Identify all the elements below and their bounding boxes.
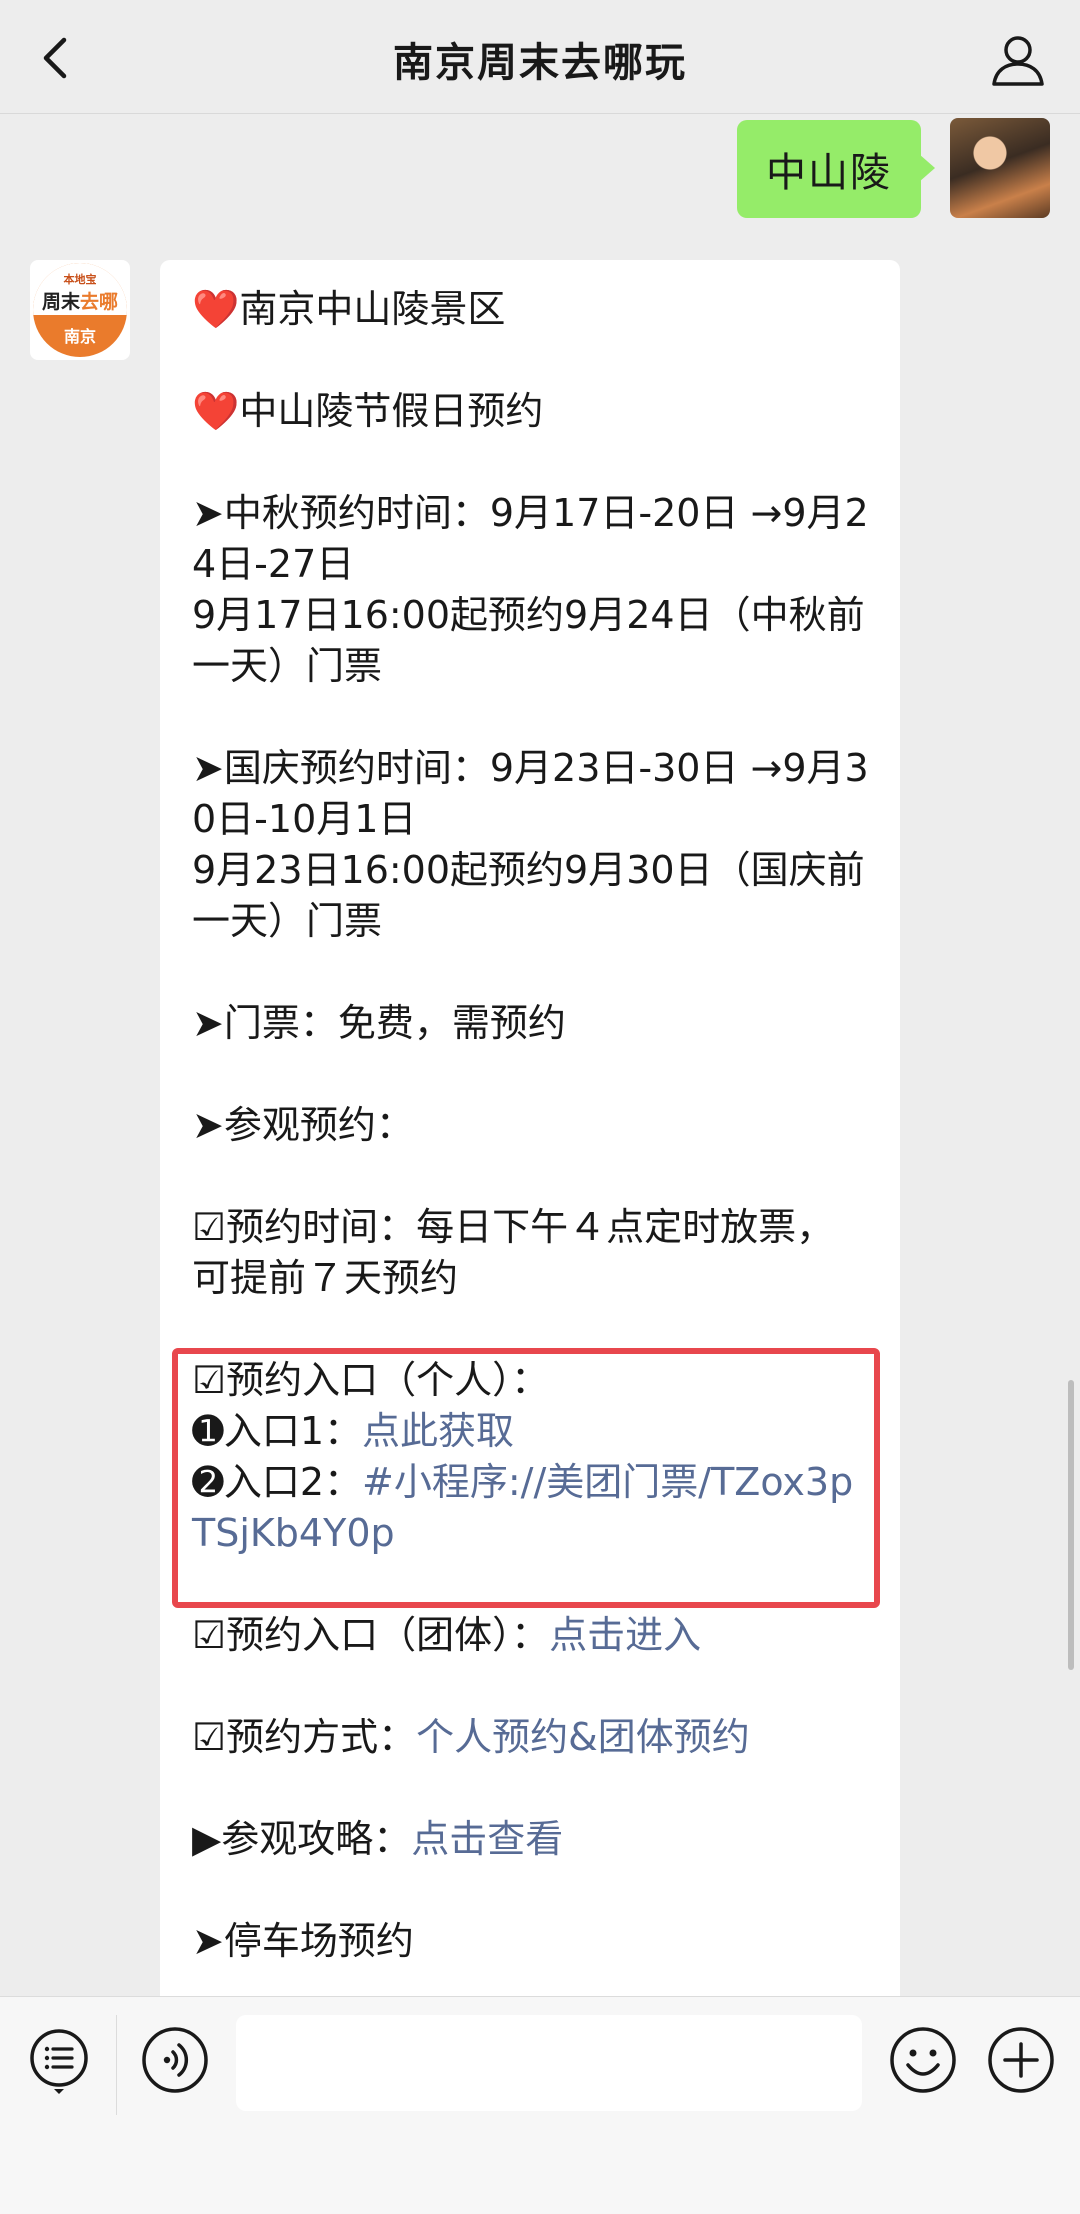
msg-line-ticket: ➤门票：免费，需预约 [192,1001,566,1045]
scrollbar[interactable] [1068,1380,1074,1670]
msg-line-booking-method: ☑预约方式：个人预约&团体预约 [192,1715,750,1759]
message-input[interactable] [236,2015,862,2111]
more-button[interactable] [986,2025,1056,2095]
voice-button[interactable] [140,2025,210,2095]
visit-guide-link[interactable]: 点击查看 [411,1817,563,1861]
msg-line-visit-guide: ▶参观攻略：点击查看 [192,1817,564,1861]
logo-city-text: 南京 [63,327,96,346]
msg-line-entry-1: ➊入口1：点此获取 [192,1409,515,1453]
msg-line-booking-time: ☑预约时间：每日下午４点定时放票，可提前７天预约 [192,1205,835,1300]
menu-button[interactable] [24,2025,94,2095]
msg-line-national-time: ➤国庆预约时间：9月23日-30日 →9月30日-10月1日 [192,746,869,841]
booking-method-link[interactable]: 个人预约&团体预约 [416,1715,750,1759]
user-avatar[interactable] [950,118,1050,218]
entry-1-link[interactable]: 点此获取 [362,1409,514,1453]
menu-list-icon [30,2029,88,2094]
group-entry-link[interactable]: 点击进入 [549,1613,701,1657]
msg-line-entry-2: ➋入口2：#小程序://美团门票/TZox3pTSjKb4Y0p [192,1460,854,1555]
emoji-icon [890,2027,956,2093]
msg-line-midautumn-detail: 9月17日16:00起预约9月24日（中秋前一天）门票 [192,593,865,688]
logo-small-text: 本地宝 [63,273,97,286]
emoji-button[interactable] [888,2025,958,2095]
msg-line-personal-entry: ☑预约入口（个人）： [192,1358,550,1402]
outgoing-message-bubble[interactable]: 中山陵 [737,120,935,218]
chat-info-button[interactable] [986,28,1050,92]
outgoing-message-text: 中山陵 [766,150,892,196]
chat-header: 南京周末去哪玩 [0,0,1080,114]
msg-line-visit-booking: ➤参观预约： [192,1103,414,1147]
chat-input-bar [0,1996,1080,2214]
msg-line-scenic-area: ❤️南京中山陵景区 [192,287,506,331]
voice-icon [142,2027,208,2093]
msg-line-national-detail: 9月23日16:00起预约9月30日（国庆前一天）门票 [192,848,865,943]
incoming-message-bubble[interactable]: ❤️南京中山陵景区 ❤️中山陵节假日预约 ➤中秋预约时间：9月17日-20日 →… [160,260,900,2020]
msg-line-group-entry: ☑预约入口（团体）：点击进入 [192,1613,702,1657]
chat-title: 南京周末去哪玩 [393,40,687,86]
menu-divider [116,2015,117,2115]
msg-line-holiday-booking: ❤️中山陵节假日预约 [192,389,544,433]
msg-line-parking: ➤停车场预约 [192,1919,414,1963]
account-logo: 本地宝 周末去哪 南京 [33,263,127,357]
logo-main-text: 周末去哪 [41,291,119,313]
person-icon [992,36,1044,86]
msg-line-midautumn-time: ➤中秋预约时间：9月17日-20日 →9月24日-27日 [192,491,869,586]
account-avatar[interactable]: 本地宝 周末去哪 南京 [30,260,130,360]
plus-icon [988,2027,1054,2093]
